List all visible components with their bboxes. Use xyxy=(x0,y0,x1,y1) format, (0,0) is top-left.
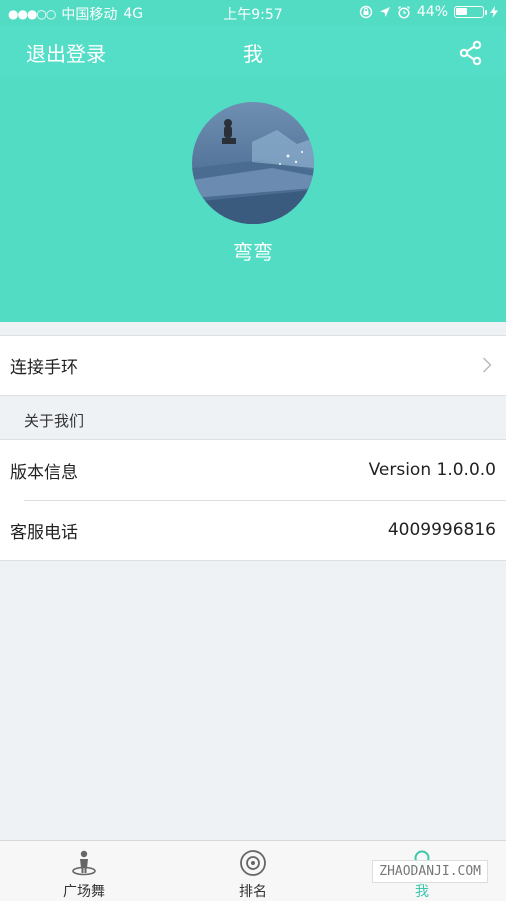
version-row: 版本信息 Version 1.0.0.0 xyxy=(0,440,506,500)
tab-label: 排名 xyxy=(239,884,267,900)
divider xyxy=(24,500,506,501)
divider xyxy=(0,439,506,440)
battery-percent: 44% xyxy=(416,4,448,20)
logout-button[interactable]: 退出登录 xyxy=(26,38,106,67)
avatar[interactable] xyxy=(192,102,314,224)
divider xyxy=(0,395,506,396)
charging-icon xyxy=(490,6,498,18)
service-phone-label: 客服电话 xyxy=(10,522,78,543)
connect-band-row[interactable]: 连接手环 xyxy=(0,335,506,395)
dancer-icon xyxy=(72,850,96,876)
username: 弯弯 xyxy=(233,240,273,264)
share-icon[interactable] xyxy=(456,38,486,68)
version-value: Version 1.0.0.0 xyxy=(368,460,496,480)
version-label: 版本信息 xyxy=(10,462,78,483)
alarm-icon xyxy=(397,5,410,19)
battery-icon xyxy=(454,6,487,18)
connect-band-label: 连接手环 xyxy=(10,357,78,378)
battery-cap xyxy=(485,10,487,15)
tab-label: 广场舞 xyxy=(63,884,105,900)
target-icon xyxy=(240,850,266,876)
divider xyxy=(0,335,506,336)
section-header-about: 关于我们 xyxy=(24,412,85,430)
battery-fill xyxy=(456,8,467,15)
divider xyxy=(0,560,506,561)
status-right: 44% xyxy=(359,4,498,20)
orientation-lock-icon xyxy=(359,5,373,19)
status-bar: ●●●○○ 中国移动 4G 上午9:57 44% xyxy=(0,0,506,26)
tab-ranking[interactable]: 排名 xyxy=(169,841,337,901)
avatar-image xyxy=(192,102,314,224)
service-phone-row[interactable]: 客服电话 4009996816 xyxy=(0,500,506,560)
chevron-right-icon xyxy=(482,357,492,373)
nav-bar: 退出登录 我 xyxy=(0,26,506,76)
tab-square-dance[interactable]: 广场舞 xyxy=(0,841,168,901)
watermark: ZHAODANJI.COM xyxy=(372,860,488,883)
tab-label: 我 xyxy=(415,884,429,900)
service-phone-value[interactable]: 4009996816 xyxy=(388,520,496,540)
location-icon xyxy=(379,7,390,17)
